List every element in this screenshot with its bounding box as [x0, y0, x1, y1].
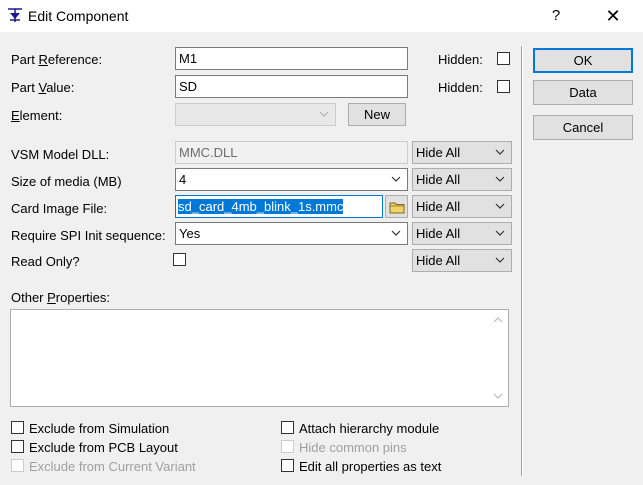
- chevron-down-icon: [495, 257, 505, 263]
- chevron-down-icon: [495, 203, 505, 209]
- property-label-read-only: Read Only?: [11, 254, 80, 269]
- scroll-down-icon[interactable]: [493, 392, 503, 400]
- attach-hierarchy-label: Attach hierarchy module: [299, 421, 440, 436]
- ok-button[interactable]: OK: [533, 48, 633, 73]
- part-value-input[interactable]: SD: [175, 75, 408, 98]
- close-button[interactable]: ✕: [598, 0, 628, 32]
- card-image-file-value: sd_card_4mb_blink_1s.mmc: [178, 199, 344, 214]
- window-title: Edit Component: [28, 8, 129, 24]
- exclude-pcb-checkbox[interactable]: [11, 440, 24, 453]
- part-value-hidden-checkbox[interactable]: [497, 80, 510, 93]
- part-reference-input[interactable]: M1: [175, 47, 408, 70]
- cancel-button[interactable]: Cancel: [533, 115, 633, 140]
- edit-all-text-label: Edit all properties as text: [299, 459, 442, 474]
- size-of-media-select[interactable]: 4: [175, 168, 408, 191]
- attach-hierarchy-checkbox[interactable]: [281, 421, 294, 434]
- size-of-media-visibility-select[interactable]: Hide All: [412, 168, 512, 191]
- card-image-file-visibility-select[interactable]: Hide All: [412, 195, 512, 218]
- chevron-down-icon: [391, 176, 401, 182]
- vsm-model-dll-input: MMC.DLL: [175, 141, 408, 164]
- read-only-checkbox[interactable]: [173, 253, 186, 266]
- chevron-down-icon: [495, 230, 505, 236]
- part-reference-hidden-label: Hidden:: [438, 52, 483, 67]
- exclude-variant-checkbox: [11, 459, 24, 472]
- part-reference-label: Part Reference:: [11, 52, 103, 67]
- hide-common-pins-label: Hide common pins: [299, 440, 407, 455]
- edit-all-text-checkbox[interactable]: [281, 459, 294, 472]
- data-button[interactable]: Data: [533, 80, 633, 105]
- folder-icon: [389, 202, 405, 214]
- new-element-button[interactable]: New: [348, 103, 406, 126]
- read-only-visibility-select[interactable]: Hide All: [412, 249, 512, 272]
- part-value-hidden-label: Hidden:: [438, 80, 483, 95]
- exclude-simulation-label: Exclude from Simulation: [29, 421, 170, 436]
- help-button[interactable]: ?: [544, 0, 568, 32]
- chevron-down-icon: [495, 176, 505, 182]
- property-label-vsm-model-dll: VSM Model DLL:: [11, 147, 110, 162]
- element-label: Element:: [11, 108, 63, 123]
- property-label-size-of-media: Size of media (MB): [11, 174, 122, 189]
- component-icon: [8, 8, 22, 22]
- other-properties-textarea[interactable]: [10, 309, 509, 407]
- require-spi-init-visibility-select[interactable]: Hide All: [412, 222, 512, 245]
- other-properties-label: Other Properties:: [11, 290, 110, 305]
- browse-file-button[interactable]: [385, 195, 408, 218]
- element-select[interactable]: [175, 103, 336, 126]
- require-spi-init-select[interactable]: Yes: [175, 222, 408, 245]
- scroll-up-icon[interactable]: [493, 316, 503, 324]
- vertical-divider: [521, 46, 523, 476]
- exclude-simulation-checkbox[interactable]: [11, 421, 24, 434]
- card-image-file-input[interactable]: sd_card_4mb_blink_1s.mmc: [175, 195, 383, 218]
- property-label-card-image-file: Card Image File:: [11, 201, 108, 216]
- part-reference-hidden-checkbox[interactable]: [497, 52, 510, 65]
- chevron-down-icon: [391, 230, 401, 236]
- exclude-pcb-label: Exclude from PCB Layout: [29, 440, 178, 455]
- exclude-variant-label: Exclude from Current Variant: [29, 459, 196, 474]
- property-label-require-spi-init: Require SPI Init sequence:: [11, 228, 166, 243]
- chevron-down-icon: [495, 149, 505, 155]
- vsm-model-dll-visibility-select[interactable]: Hide All: [412, 141, 512, 164]
- hide-common-pins-checkbox: [281, 440, 294, 453]
- part-value-label: Part Value:: [11, 80, 75, 95]
- chevron-down-icon: [319, 111, 329, 117]
